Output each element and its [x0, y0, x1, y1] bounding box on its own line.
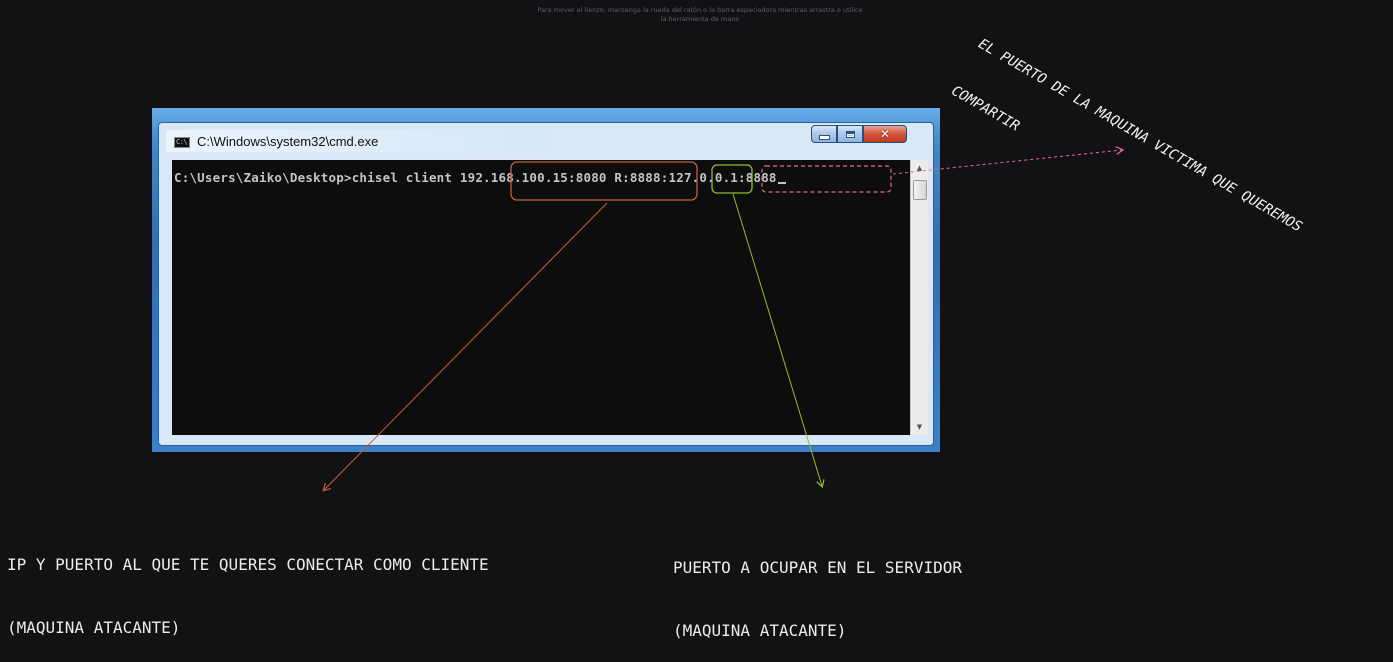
port-arrow [732, 193, 822, 486]
server-annotation-line1: IP Y PUERTO AL QUE TE QUERES CONECTAR CO… [7, 555, 489, 574]
port-annotation: PUERTO A OCUPAR EN EL SERVIDOR (MAQUINA … [673, 515, 962, 662]
server-highlight-box [510, 161, 698, 201]
port-annotation-line2: (MAQUINA ATACANTE) [673, 621, 847, 640]
target-highlight-box [761, 165, 892, 193]
server-arrow [324, 202, 608, 490]
server-annotation: IP Y PUERTO AL QUE TE QUERES CONECTAR CO… [7, 512, 489, 659]
port-annotation-line1: PUERTO A OCUPAR EN EL SERVIDOR [673, 558, 962, 577]
annotation-layer [0, 0, 1393, 592]
server-annotation-line2: (MAQUINA ATACANTE) [7, 618, 181, 637]
port-highlight-box [711, 164, 753, 194]
